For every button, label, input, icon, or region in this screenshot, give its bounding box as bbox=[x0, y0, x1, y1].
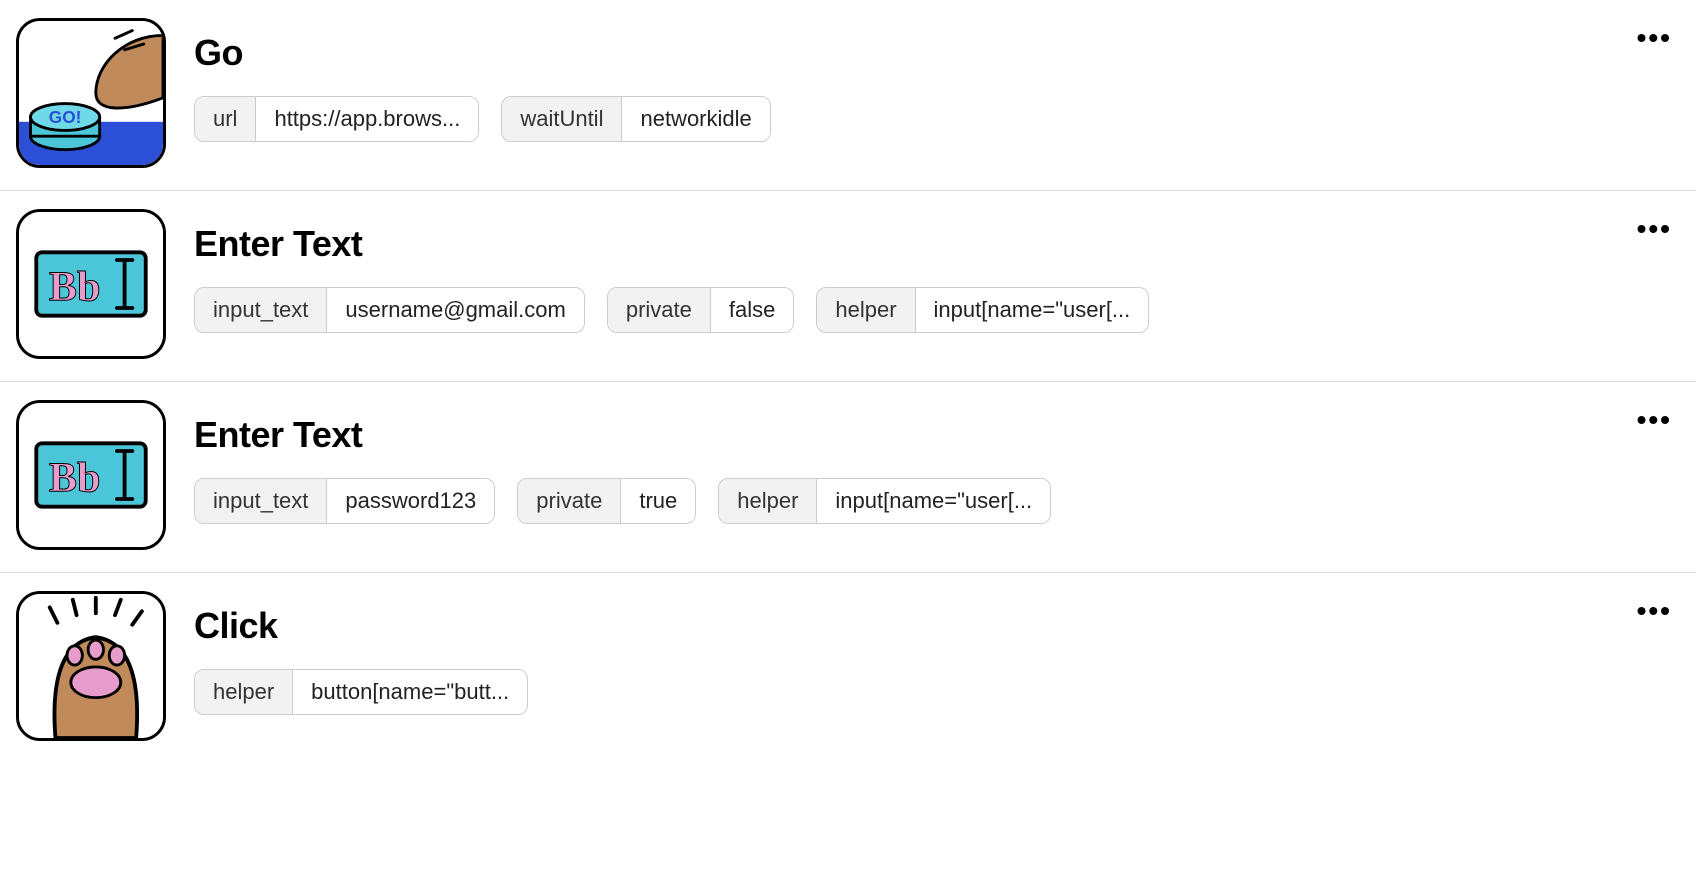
param-value: true bbox=[621, 479, 695, 523]
step-title: Enter Text bbox=[194, 223, 1680, 265]
automation-step: Enter Text input_textpassword123 privatetr… bbox=[0, 382, 1696, 573]
param-chip[interactable]: waitUntilnetworkidle bbox=[501, 96, 770, 142]
step-params: helperbutton[name="butt... bbox=[194, 669, 1680, 715]
param-key: private bbox=[518, 479, 621, 523]
step-body: Click helperbutton[name="butt... bbox=[194, 591, 1680, 715]
automation-step: Click helperbutton[name="butt... ••• bbox=[0, 573, 1696, 763]
param-value: username@gmail.com bbox=[327, 288, 583, 332]
step-body: Enter Text input_textpassword123 privatetr… bbox=[194, 400, 1680, 524]
param-chip[interactable]: input_textusername@gmail.com bbox=[194, 287, 585, 333]
param-value: button[name="butt... bbox=[293, 670, 527, 714]
param-value: false bbox=[711, 288, 793, 332]
param-key: input_text bbox=[195, 288, 327, 332]
click-paw-icon bbox=[16, 591, 166, 741]
param-value: input[name="user[... bbox=[916, 288, 1149, 332]
param-chip[interactable]: input_textpassword123 bbox=[194, 478, 495, 524]
param-value: input[name="user[... bbox=[817, 479, 1050, 523]
param-value: password123 bbox=[327, 479, 494, 523]
param-chip[interactable]: privatetrue bbox=[517, 478, 696, 524]
param-chip[interactable]: helperinput[name="user[... bbox=[718, 478, 1051, 524]
more-options-button[interactable]: ••• bbox=[1637, 213, 1672, 245]
param-key: input_text bbox=[195, 479, 327, 523]
more-options-button[interactable]: ••• bbox=[1637, 404, 1672, 436]
step-title: Click bbox=[194, 605, 1680, 647]
more-options-button[interactable]: ••• bbox=[1637, 595, 1672, 627]
more-options-button[interactable]: ••• bbox=[1637, 22, 1672, 54]
param-key: url bbox=[195, 97, 256, 141]
param-value: networkidle bbox=[622, 97, 769, 141]
step-body: Go urlhttps://app.brows... waitUntilnetwor… bbox=[194, 18, 1680, 142]
automation-step: Go urlhttps://app.brows... waitUntilnetwor… bbox=[0, 0, 1696, 191]
step-params: input_textusername@gmail.com privatefalse… bbox=[194, 287, 1680, 333]
param-key: private bbox=[608, 288, 711, 332]
param-chip[interactable]: helperbutton[name="butt... bbox=[194, 669, 528, 715]
param-key: helper bbox=[817, 288, 915, 332]
param-key: waitUntil bbox=[502, 97, 622, 141]
step-params: input_textpassword123privatetruehelperin… bbox=[194, 478, 1680, 524]
param-chip[interactable]: urlhttps://app.brows... bbox=[194, 96, 479, 142]
automation-step: Enter Text input_textusername@gmail.com pr… bbox=[0, 191, 1696, 382]
enter-text-icon bbox=[16, 209, 166, 359]
enter-text-icon bbox=[16, 400, 166, 550]
param-chip[interactable]: privatefalse bbox=[607, 287, 795, 333]
step-params: urlhttps://app.brows... waitUntilnetworki… bbox=[194, 96, 1680, 142]
step-title: Go bbox=[194, 32, 1680, 74]
param-key: helper bbox=[195, 670, 293, 714]
step-body: Enter Text input_textusername@gmail.com pr… bbox=[194, 209, 1680, 333]
param-key: helper bbox=[719, 479, 817, 523]
go-button-icon bbox=[16, 18, 166, 168]
param-chip[interactable]: helperinput[name="user[... bbox=[816, 287, 1149, 333]
param-value: https://app.brows... bbox=[256, 97, 478, 141]
step-title: Enter Text bbox=[194, 414, 1680, 456]
